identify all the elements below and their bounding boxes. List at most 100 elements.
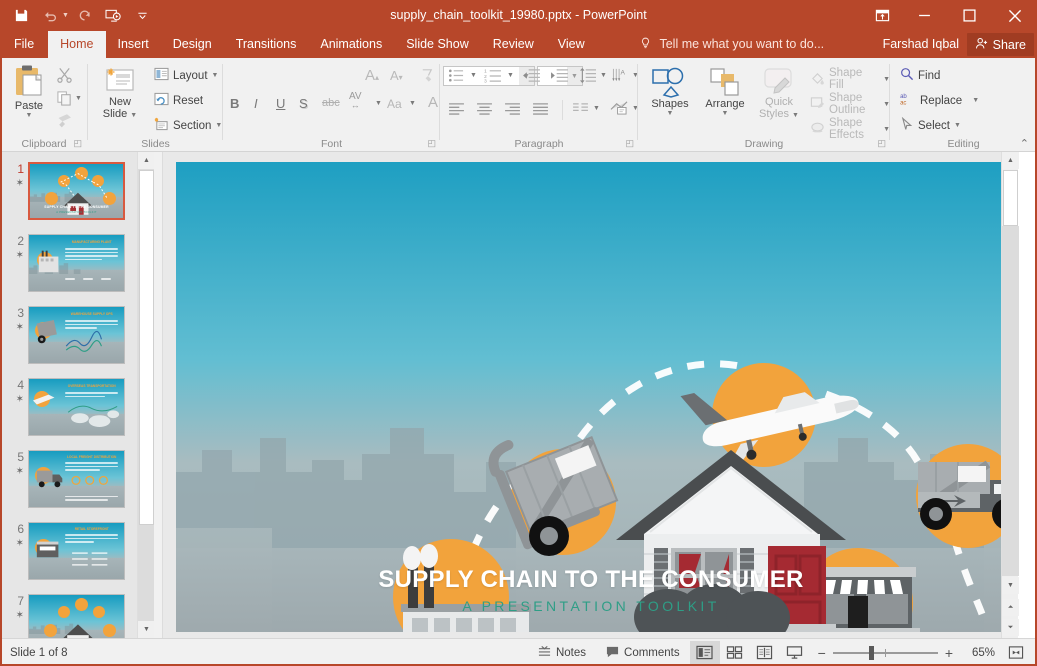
reading-view-button[interactable]	[750, 641, 780, 665]
collapse-ribbon-button[interactable]: ⌃	[1020, 137, 1029, 150]
layout-dropdown-icon[interactable]: ▼	[212, 72, 219, 79]
font-color-button[interactable]: A	[428, 94, 438, 111]
text-direction-icon[interactable]: A	[612, 67, 630, 86]
pane-splitter[interactable]	[154, 152, 163, 638]
strikethrough-button[interactable]: abc	[322, 97, 340, 109]
normal-view-button[interactable]	[690, 641, 720, 665]
tab-file[interactable]: File	[0, 31, 48, 58]
scroll-up-icon[interactable]: ▲	[1002, 152, 1019, 169]
columns-dropdown-icon[interactable]: ▼	[593, 105, 600, 112]
tab-transitions[interactable]: Transitions	[224, 31, 309, 58]
line-spacing-dropdown-icon[interactable]: ▼	[600, 72, 607, 79]
copy-icon[interactable]	[56, 90, 73, 109]
scrollbar-track[interactable]	[1002, 226, 1019, 576]
ribbon-display-options-icon[interactable]	[862, 0, 902, 31]
previous-slide-button[interactable]: ⏶	[1002, 599, 1019, 616]
shape-fill-button[interactable]: Shape Fill ▼	[810, 67, 890, 91]
tell-me-search[interactable]: Tell me what you want to do...	[640, 31, 824, 58]
clipboard-dialog-launcher[interactable]: ◰	[73, 138, 82, 149]
slide-subtitle[interactable]: A PRESENTATION TOOLKIT	[176, 598, 1006, 614]
reset-button[interactable]: Reset	[154, 92, 203, 109]
tab-insert[interactable]: Insert	[106, 31, 161, 58]
arrange-dropdown-icon[interactable]: ▼	[700, 110, 750, 117]
zoom-in-button[interactable]: +	[945, 645, 953, 661]
change-case-dropdown-icon[interactable]: ▼	[409, 100, 416, 107]
change-case-button[interactable]: Aa	[387, 97, 402, 111]
thumbnail-slide-2[interactable]: 2 ✶ MANUFACTURING PLANT	[0, 234, 137, 306]
drawing-dialog-launcher[interactable]: ◰	[877, 138, 886, 149]
scrollbar-thumb[interactable]	[1003, 170, 1018, 226]
decrease-font-size-button[interactable]: A▾	[390, 68, 403, 83]
paste-button[interactable]: Paste ▼	[6, 64, 52, 119]
minimize-button[interactable]	[902, 0, 947, 31]
tab-slide-show[interactable]: Slide Show	[394, 31, 481, 58]
thumbnail-slide-3[interactable]: 3 ✶ WAREHOUSE SUPPLY OPS	[0, 306, 137, 378]
copy-dropdown-icon[interactable]: ▼	[75, 95, 82, 102]
thumbnail-slide-4[interactable]: 4 ✶ OVERSEAS TRANSPORTATION	[0, 378, 137, 450]
undo-icon[interactable]	[37, 3, 64, 29]
shapes-button[interactable]: Shapes ▼	[646, 66, 694, 117]
thumbnail-slide-6[interactable]: 6 ✶ RETAIL STOREFRONT	[0, 522, 137, 594]
numbering-icon[interactable]: 123	[484, 68, 502, 86]
replace-button[interactable]: abac Replace ▼	[900, 92, 979, 109]
new-slide-button[interactable]: New Slide ▼	[94, 66, 146, 122]
slide-show-view-button[interactable]	[780, 641, 810, 665]
character-spacing-button[interactable]: AV ↔	[349, 92, 362, 110]
decrease-indent-icon[interactable]	[522, 68, 541, 86]
comments-button[interactable]: Comments	[596, 640, 690, 666]
shape-outline-button[interactable]: Shape Outline ▼	[810, 92, 890, 116]
increase-indent-icon[interactable]	[550, 68, 569, 86]
slide-editing-stage[interactable]: SUPPLY CHAIN TO THE CONSUMER A PRESENTAT…	[163, 152, 1018, 638]
layout-button[interactable]: Layout ▼	[154, 67, 218, 84]
customize-quick-access-icon[interactable]	[129, 3, 156, 29]
thumbnail-slide-1[interactable]: 1 ✶ SUPPLY CHAIN TO THE CONSUMER A PRESE…	[0, 162, 137, 234]
scrollbar-thumb[interactable]	[139, 170, 154, 525]
underline-button[interactable]: U	[276, 96, 285, 111]
thumbnail-slide-5[interactable]: 5 ✶ LOCAL FREIGHT DISTRIBUTION	[0, 450, 137, 522]
tab-home[interactable]: Home	[48, 31, 105, 58]
numbering-dropdown-icon[interactable]: ▼	[507, 72, 514, 79]
line-spacing-icon[interactable]	[580, 68, 597, 86]
save-icon[interactable]	[8, 3, 35, 29]
section-button[interactable]: Section ▼	[154, 117, 222, 134]
slide-thumbnail-pane[interactable]: 1 ✶ SUPPLY CHAIN TO THE CONSUMER A PRESE…	[0, 152, 137, 638]
increase-font-size-button[interactable]: A▴	[365, 67, 379, 84]
undo-dropdown-icon[interactable]: ▼	[62, 12, 69, 19]
scroll-down-icon[interactable]: ▼	[138, 621, 155, 638]
font-dialog-launcher[interactable]: ◰	[427, 138, 436, 149]
close-button[interactable]	[992, 0, 1037, 31]
bold-button[interactable]: B	[230, 96, 239, 111]
format-painter-icon[interactable]	[56, 112, 74, 132]
zoom-out-button[interactable]: −	[818, 645, 826, 661]
select-dropdown-icon[interactable]: ▼	[954, 122, 961, 129]
scroll-up-icon[interactable]: ▲	[138, 152, 155, 169]
slide-canvas[interactable]: SUPPLY CHAIN TO THE CONSUMER A PRESENTAT…	[176, 162, 1006, 632]
thumbnail-pane-scrollbar[interactable]: ▲ ▼	[137, 152, 154, 638]
align-right-icon[interactable]	[504, 102, 521, 118]
notes-button[interactable]: Notes	[528, 640, 596, 666]
character-spacing-dropdown-icon[interactable]: ▼	[375, 100, 382, 107]
zoom-percentage[interactable]: 65%	[961, 647, 995, 659]
thumbnail-slide-7[interactable]: 7 ✶	[0, 594, 137, 638]
arrange-button[interactable]: Arrange ▼	[700, 66, 750, 117]
start-slideshow-icon[interactable]	[100, 3, 127, 29]
select-button[interactable]: Select ▼	[900, 117, 961, 134]
zoom-slider-handle[interactable]	[869, 646, 874, 660]
justify-icon[interactable]	[532, 102, 549, 118]
tab-review[interactable]: Review	[481, 31, 546, 58]
clear-formatting-icon[interactable]	[419, 67, 435, 86]
bullets-dropdown-icon[interactable]: ▼	[470, 72, 477, 79]
find-button[interactable]: Find	[900, 67, 940, 84]
user-account-name[interactable]: Farshad Iqbal	[883, 31, 959, 58]
text-shadow-button[interactable]: S	[299, 96, 308, 111]
next-slide-button[interactable]: ⏷	[1002, 619, 1019, 636]
paragraph-dialog-launcher[interactable]: ◰	[625, 138, 634, 149]
zoom-control[interactable]: − +	[810, 645, 961, 661]
shapes-dropdown-icon[interactable]: ▼	[646, 110, 694, 117]
redo-icon[interactable]	[71, 3, 98, 29]
align-left-icon[interactable]	[448, 102, 465, 118]
maximize-button[interactable]	[947, 0, 992, 31]
slide-indicator[interactable]: Slide 1 of 8	[10, 647, 68, 659]
zoom-slider-track[interactable]	[833, 652, 938, 654]
paste-dropdown-icon[interactable]: ▼	[6, 112, 52, 119]
